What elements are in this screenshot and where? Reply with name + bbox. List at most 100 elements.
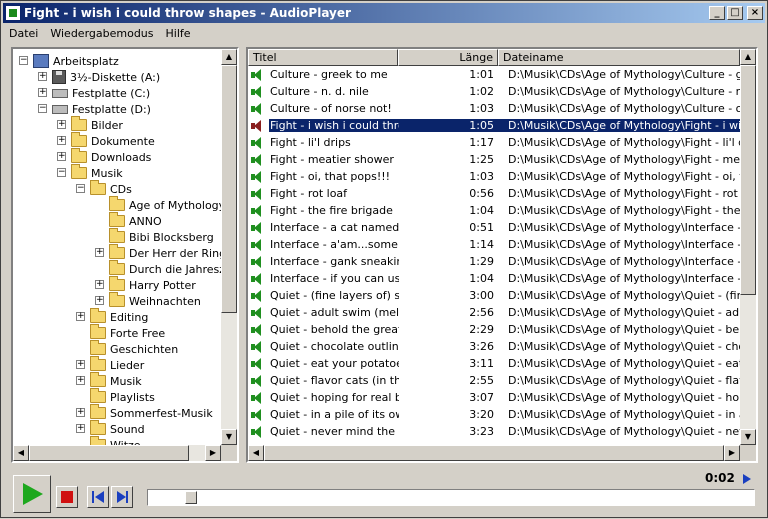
collapse-icon[interactable]: − — [19, 56, 28, 65]
expand-icon[interactable]: + — [95, 280, 104, 289]
tree-item[interactable]: Downloads — [71, 148, 151, 165]
table-row[interactable]: Quiet - eat your potatoes ... 3:11 D:\Musi… — [248, 355, 740, 372]
seek-handle[interactable] — [185, 491, 197, 504]
tree-item[interactable]: Musik — [71, 164, 123, 181]
table-row[interactable]: Fight - li'l drips 1:17 D:\Musik\CDs\Age o… — [248, 134, 740, 151]
track-title: Quiet - (fine layers of) sla... — [270, 289, 399, 302]
collapse-icon[interactable]: − — [57, 168, 66, 177]
tree-item[interactable]: Harry Potter — [109, 276, 196, 293]
menu-wiedergabemodus[interactable]: Wiedergabemodus — [44, 27, 159, 40]
table-row[interactable]: Quiet - flavor cats (in the ... 2:55 D:\Mu… — [248, 372, 740, 389]
table-row[interactable]: Quiet - adult swim (mello... 2:56 D:\Musik… — [248, 304, 740, 321]
expand-icon[interactable]: + — [95, 296, 104, 305]
table-row[interactable]: Fight - meatier shower 1:25 D:\Musik\CDs\A… — [248, 151, 740, 168]
seek-slider[interactable] — [147, 489, 755, 506]
scroll-up-icon[interactable]: ▲ — [740, 49, 756, 65]
table-row[interactable]: Fight - oi, that pops!!! 1:03 D:\Musik\CDs… — [248, 168, 740, 185]
tree-item[interactable]: Sound — [90, 420, 145, 437]
expand-icon[interactable]: + — [57, 152, 66, 161]
tree-item[interactable]: Bilder — [71, 116, 123, 133]
expand-icon[interactable]: + — [76, 312, 85, 321]
expand-icon[interactable]: + — [38, 72, 47, 81]
tree-item[interactable]: Weihnachten — [109, 292, 201, 309]
tree-vertical-scrollbar[interactable]: ▲ ▼ — [221, 49, 237, 445]
tree-item[interactable]: Lieder — [90, 356, 144, 373]
tree-item[interactable]: Musik — [90, 372, 142, 389]
expand-icon[interactable]: + — [57, 136, 66, 145]
table-row-selected[interactable]: Fight - i wish i could thro...1:05D:\Mus… — [248, 117, 740, 134]
tree-item[interactable]: Geschichten — [90, 340, 178, 357]
maximize-button[interactable]: □ — [727, 6, 743, 20]
tree-item[interactable]: Durch die Jahreszeiten — [109, 260, 221, 277]
scroll-down-icon[interactable]: ▼ — [221, 429, 237, 445]
stop-button[interactable] — [56, 486, 78, 508]
close-button[interactable]: × — [747, 6, 763, 20]
menu-datei[interactable]: Datei — [3, 27, 44, 40]
tree-item[interactable]: Sommerfest-Musik — [90, 404, 213, 421]
scroll-left-icon[interactable]: ◀ — [13, 445, 29, 461]
tree-item[interactable]: Festplatte (C:) — [52, 85, 150, 101]
tree-scroll-thumb[interactable] — [221, 65, 237, 313]
play-button[interactable] — [13, 475, 51, 513]
table-row[interactable]: Quiet - hoping for real bet... 3:07 D:\Mus… — [248, 389, 740, 406]
minimize-button[interactable]: _ — [709, 6, 725, 20]
column-header-laenge[interactable]: Länge — [398, 49, 498, 66]
menu-hilfe[interactable]: Hilfe — [160, 27, 197, 40]
column-header-dateiname[interactable]: Dateiname — [498, 49, 740, 66]
expand-icon[interactable]: + — [76, 424, 85, 433]
app-icon[interactable] — [5, 5, 21, 21]
collapse-icon[interactable]: − — [38, 104, 47, 113]
table-row[interactable]: Fight - rot loaf 0:56 D:\Musik\CDs\Age of … — [248, 185, 740, 202]
table-row[interactable]: Culture - of norse not! 1:03 D:\Musik\CDs\… — [248, 100, 740, 117]
table-row[interactable]: Culture - greek to me 1:01 D:\Musik\CDs\Ag… — [248, 66, 740, 83]
tree-item[interactable]: Arbeitsplatz — [33, 53, 119, 69]
tree-item[interactable]: Forte Free — [90, 324, 165, 341]
tree-item[interactable]: 3½-Diskette (A:) — [52, 69, 160, 85]
tree-hscroll-thumb[interactable] — [29, 445, 189, 461]
scroll-right-icon[interactable]: ▶ — [205, 445, 221, 461]
previous-track-button[interactable] — [87, 486, 109, 508]
expand-icon[interactable]: + — [95, 248, 104, 257]
tree-item[interactable]: ANNO — [109, 212, 162, 229]
expand-icon[interactable]: + — [76, 360, 85, 369]
track-length: 0:56 — [469, 187, 494, 200]
tree-item[interactable]: Editing — [90, 308, 148, 325]
next-track-button[interactable] — [111, 486, 133, 508]
tree-item[interactable]: CDs — [90, 180, 132, 197]
table-row[interactable]: Quiet - in a pile of its own... 3:20 D:\Mu… — [248, 406, 740, 423]
track-filename: D:\Musik\CDs\Age of Mythology\Fight - li… — [508, 136, 740, 149]
tree-item[interactable]: Bibi Blocksberg — [109, 228, 214, 245]
expand-icon[interactable]: + — [76, 376, 85, 385]
expand-icon[interactable]: + — [38, 88, 47, 97]
list-vertical-scrollbar[interactable]: ▲ ▼ — [740, 49, 756, 445]
tree-item[interactable]: Playlists — [90, 388, 155, 405]
column-header-titel[interactable]: Titel — [248, 49, 398, 66]
title-bar[interactable]: Fight - i wish i could throw shapes - Au… — [3, 3, 765, 23]
list-scroll-thumb[interactable] — [740, 65, 756, 295]
table-row[interactable]: Quiet - behold the great s... 2:29 D:\Musi… — [248, 321, 740, 338]
collapse-icon[interactable]: − — [76, 184, 85, 193]
expand-icon[interactable]: + — [76, 408, 85, 417]
list-hscroll-thumb[interactable] — [264, 445, 724, 461]
table-row[interactable]: Interface - a cat named ... 0:51 D:\Musik\… — [248, 219, 740, 236]
table-row[interactable]: Quiet - chocolate outline ... 3:26 D:\Musi… — [248, 338, 740, 355]
tree-item[interactable]: Der Herr der Ringe — [109, 244, 221, 261]
scroll-down-icon[interactable]: ▼ — [740, 429, 756, 445]
tree-item[interactable]: Festplatte (D:) — [52, 101, 151, 117]
scroll-up-icon[interactable]: ▲ — [221, 49, 237, 65]
table-row[interactable]: Interface - gank sneakin' 1:29 D:\Musik\CD… — [248, 253, 740, 270]
table-row[interactable]: Culture - n. d. nile 1:02 D:\Musik\CDs\Age… — [248, 83, 740, 100]
table-row[interactable]: Fight - the fire brigade 1:04 D:\Musik\CDs… — [248, 202, 740, 219]
table-row[interactable]: Interface - if you can use... 1:04 D:\Musi… — [248, 270, 740, 287]
tree-item[interactable]: Age of Mythology — [109, 196, 221, 213]
tree-item[interactable]: Witze — [90, 436, 141, 445]
scroll-left-icon[interactable]: ◀ — [248, 445, 264, 461]
table-row[interactable]: Quiet - never mind the sl... 3:23 D:\Musik… — [248, 423, 740, 440]
tree-horizontal-scrollbar[interactable]: ◀ ▶ — [13, 445, 221, 461]
table-row[interactable]: Quiet - (fine layers of) sla... 3:00 D:\Mu… — [248, 287, 740, 304]
list-horizontal-scrollbar[interactable]: ◀ ▶ — [248, 445, 740, 461]
tree-item[interactable]: Dokumente — [71, 132, 155, 149]
expand-icon[interactable]: + — [57, 120, 66, 129]
scroll-right-icon[interactable]: ▶ — [724, 445, 740, 461]
table-row[interactable]: Interface - a'am...some ot... 1:14 D:\Musi… — [248, 236, 740, 253]
